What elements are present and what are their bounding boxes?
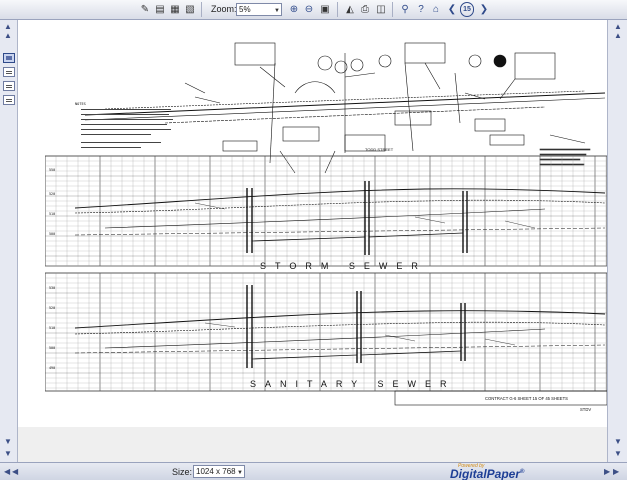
brand-mark: ® (520, 469, 525, 475)
size-label: Size: (172, 467, 193, 477)
brand-name: DigitalPaper (450, 467, 521, 480)
toolbar-separator (201, 2, 202, 17)
scroll-left-icon[interactable]: ◀ (4, 468, 10, 476)
scroll-left-alt-icon[interactable]: ◀ (12, 468, 18, 476)
save-icon[interactable]: ◫ (374, 2, 388, 17)
zoom-out-icon[interactable]: ⊖ (302, 2, 316, 17)
street-label: TODD STREET (365, 147, 394, 152)
elev-lower-4: 490 (49, 366, 55, 370)
plan-view (84, 42, 606, 174)
drawing-number: STDV (580, 407, 591, 412)
scroll-up-icon[interactable]: ▲ (614, 23, 622, 31)
sanitary-sewer-label: SANITARY SEWER (250, 379, 456, 389)
page-number-icon[interactable]: 15 (460, 2, 474, 17)
scroll-right-icon[interactable]: ▶ (604, 468, 610, 476)
fit-page-icon[interactable]: ▣ (318, 2, 332, 17)
profile-gridlines (45, 155, 607, 391)
sanitary-profile (74, 285, 606, 368)
notes-block: NOTES (75, 102, 173, 148)
elevation-labels-lower: 530 520 510 500 490 (49, 286, 55, 370)
scroll-down-icon[interactable]: ▼ (614, 438, 622, 446)
zoom-in-icon[interactable]: ⊕ (287, 2, 301, 17)
page-view-icon[interactable]: ▧ (183, 2, 197, 17)
legend (539, 148, 591, 166)
zoom-value: 5% (239, 5, 251, 14)
select-tool-icon[interactable]: ✎ (138, 2, 152, 17)
elev-upper-1: 520 (49, 192, 55, 196)
status-bar: ◀ ◀ Size: 1024 x 768 ▼ Powered by Digita… (0, 462, 627, 480)
drawing-sheet: NOTES TODD STREET STORM SEWER SANITARY S… (45, 23, 607, 427)
brand-logo[interactable]: DigitalPaper® (450, 467, 524, 480)
thumbnail-view-icon[interactable]: ▦ (168, 2, 182, 17)
elev-upper-0: 550 (49, 168, 55, 172)
title-block: CONTRACT G-6 SHEET 15 OF 45 SHEETS STDV (394, 390, 607, 412)
elev-lower-0: 530 (49, 286, 55, 290)
toolbar-separator (337, 2, 338, 17)
elevation-labels-upper: 550 520 510 500 (49, 168, 55, 236)
home-icon[interactable]: ⌂ (429, 2, 443, 17)
view-mode-list-icon[interactable] (3, 81, 15, 91)
left-panel: ▲ ▲ ▼ ▼ (0, 20, 18, 462)
document-viewer[interactable]: NOTES TODD STREET STORM SEWER SANITARY S… (18, 20, 607, 462)
scroll-up-alt-icon[interactable]: ▲ (4, 32, 12, 40)
viewer-background (18, 427, 607, 462)
chevron-down-icon: ▼ (237, 470, 243, 476)
zoom-select[interactable]: 5% ▼ (236, 3, 282, 16)
elev-upper-3: 500 (49, 232, 55, 236)
notes-heading: NOTES (75, 102, 86, 106)
text-tool-icon[interactable]: ▤ (153, 2, 167, 17)
size-value: 1024 x 768 (196, 467, 236, 476)
forward-icon[interactable]: ❯ (477, 2, 491, 17)
help-icon[interactable]: ? (414, 2, 428, 17)
size-select[interactable]: 1024 x 768 ▼ (193, 465, 245, 478)
title-block-text: CONTRACT G-6 SHEET 15 OF 45 SHEETS (485, 396, 568, 401)
scroll-up-icon[interactable]: ▲ (4, 23, 12, 31)
back-icon[interactable]: ❮ (445, 2, 459, 17)
search-icon[interactable]: ⚲ (398, 2, 412, 17)
elev-lower-2: 510 (49, 326, 55, 330)
page-number-glyph: 15 (463, 6, 471, 13)
right-panel: ▲ ▲ ▼ ▼ (607, 20, 627, 462)
engineering-drawing: NOTES TODD STREET STORM SEWER SANITARY S… (45, 42, 607, 412)
zoom-label: Zoom: (211, 4, 237, 14)
scroll-down-alt-icon[interactable]: ▼ (4, 450, 12, 458)
profile-grids (45, 155, 607, 392)
elev-lower-1: 520 (49, 306, 55, 310)
print-icon[interactable]: ⎙ (358, 2, 372, 17)
open-icon[interactable]: ◭ (343, 2, 357, 17)
chevron-down-icon: ▼ (274, 8, 280, 14)
scroll-up-alt-icon[interactable]: ▲ (614, 32, 622, 40)
view-mode-edit-icon[interactable] (3, 95, 15, 105)
elev-lower-3: 500 (49, 346, 55, 350)
toolbar: ✎ ▤ ▦ ▧ Zoom: 5% ▼ ⊕ ⊖ ▣ ◭ ⎙ ◫ ⚲ ? ⌂ ❮ 1… (0, 0, 627, 20)
scroll-down-alt-icon[interactable]: ▼ (614, 450, 622, 458)
view-mode-text-icon[interactable] (3, 67, 15, 77)
scroll-right-alt-icon[interactable]: ▶ (613, 468, 619, 476)
toolbar-separator (392, 2, 393, 17)
elev-upper-2: 510 (49, 212, 55, 216)
scroll-down-icon[interactable]: ▼ (4, 438, 12, 446)
storm-sewer-label: STORM SEWER (260, 261, 427, 271)
storm-profile (74, 181, 606, 255)
view-mode-single-icon[interactable] (3, 53, 15, 63)
